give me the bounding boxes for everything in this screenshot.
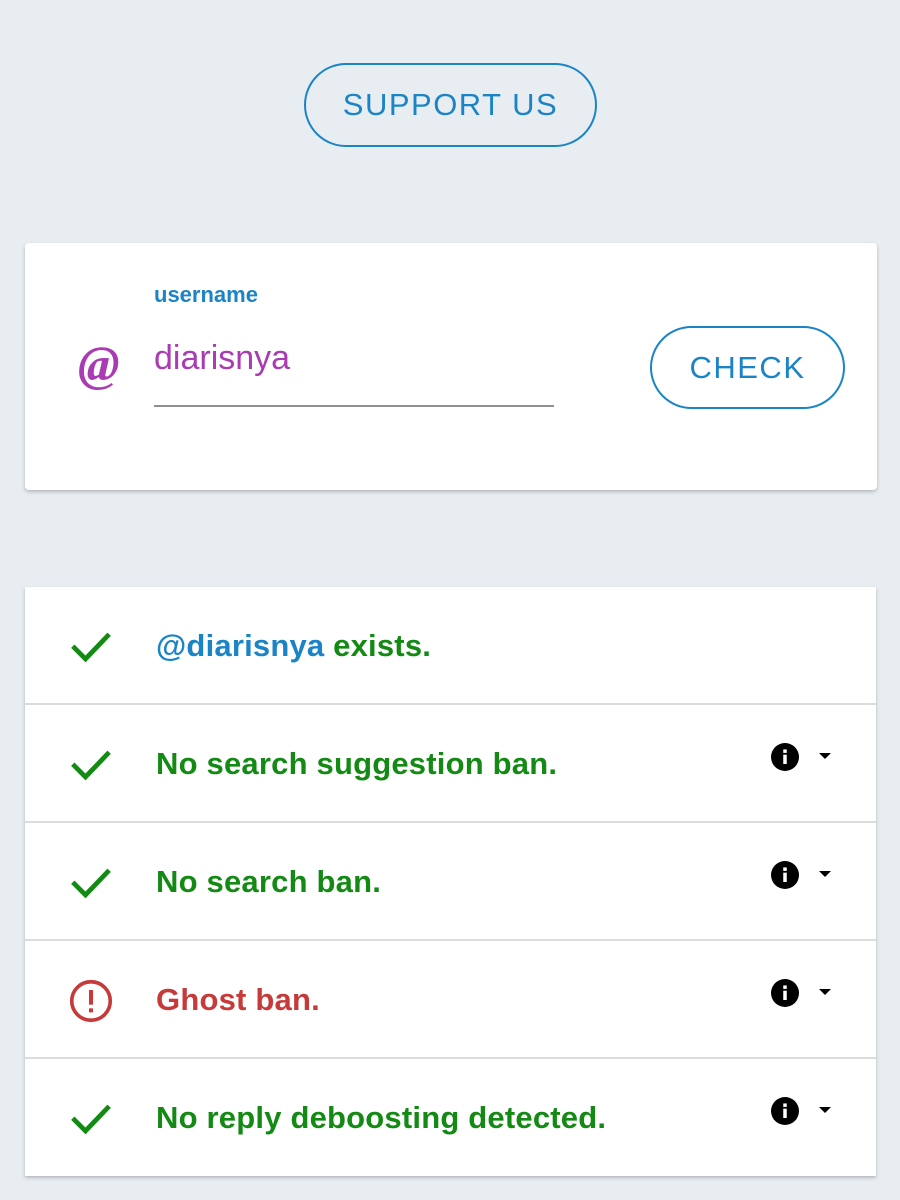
- check-button[interactable]: CHECK: [650, 326, 845, 409]
- username-input[interactable]: [154, 333, 554, 407]
- check-icon: [71, 750, 111, 781]
- result-row-search-suggestion-ban: No search suggestion ban.: [25, 705, 876, 823]
- caret-down-icon[interactable]: [817, 984, 833, 1000]
- check-icon: [71, 1104, 111, 1135]
- result-text: Ghost ban.: [156, 982, 320, 1017]
- result-username: @diarisnya: [156, 628, 325, 663]
- result-row-ghost-ban: Ghost ban.: [25, 941, 876, 1059]
- result-row-exists: @diarisnya exists.: [25, 587, 876, 705]
- check-icon: [71, 632, 111, 663]
- results-list: @diarisnya exists. No search suggestion …: [25, 587, 876, 1176]
- info-icon[interactable]: [771, 979, 799, 1007]
- username-label: username: [154, 282, 258, 307]
- result-text: No search ban.: [156, 864, 382, 899]
- caret-down-icon[interactable]: [817, 1102, 833, 1118]
- support-us-button[interactable]: SUPPORT US: [304, 63, 597, 147]
- info-icon[interactable]: [771, 743, 799, 771]
- caret-down-icon[interactable]: [817, 748, 833, 764]
- check-icon: [71, 868, 111, 899]
- caret-down-icon[interactable]: [817, 866, 833, 882]
- result-row-search-ban: No search ban.: [25, 823, 876, 941]
- alert-circle-icon: [69, 979, 113, 1023]
- result-text: @diarisnya exists.: [156, 587, 431, 705]
- result-text: No search suggestion ban.: [156, 746, 558, 781]
- result-row-reply-deboosting: No reply deboosting detected.: [25, 1059, 876, 1177]
- result-text: No reply deboosting detected.: [156, 1100, 607, 1135]
- result-suffix: exists.: [324, 628, 432, 663]
- info-icon[interactable]: [771, 861, 799, 889]
- info-icon[interactable]: [771, 1097, 799, 1125]
- at-sign-icon: @: [78, 335, 120, 391]
